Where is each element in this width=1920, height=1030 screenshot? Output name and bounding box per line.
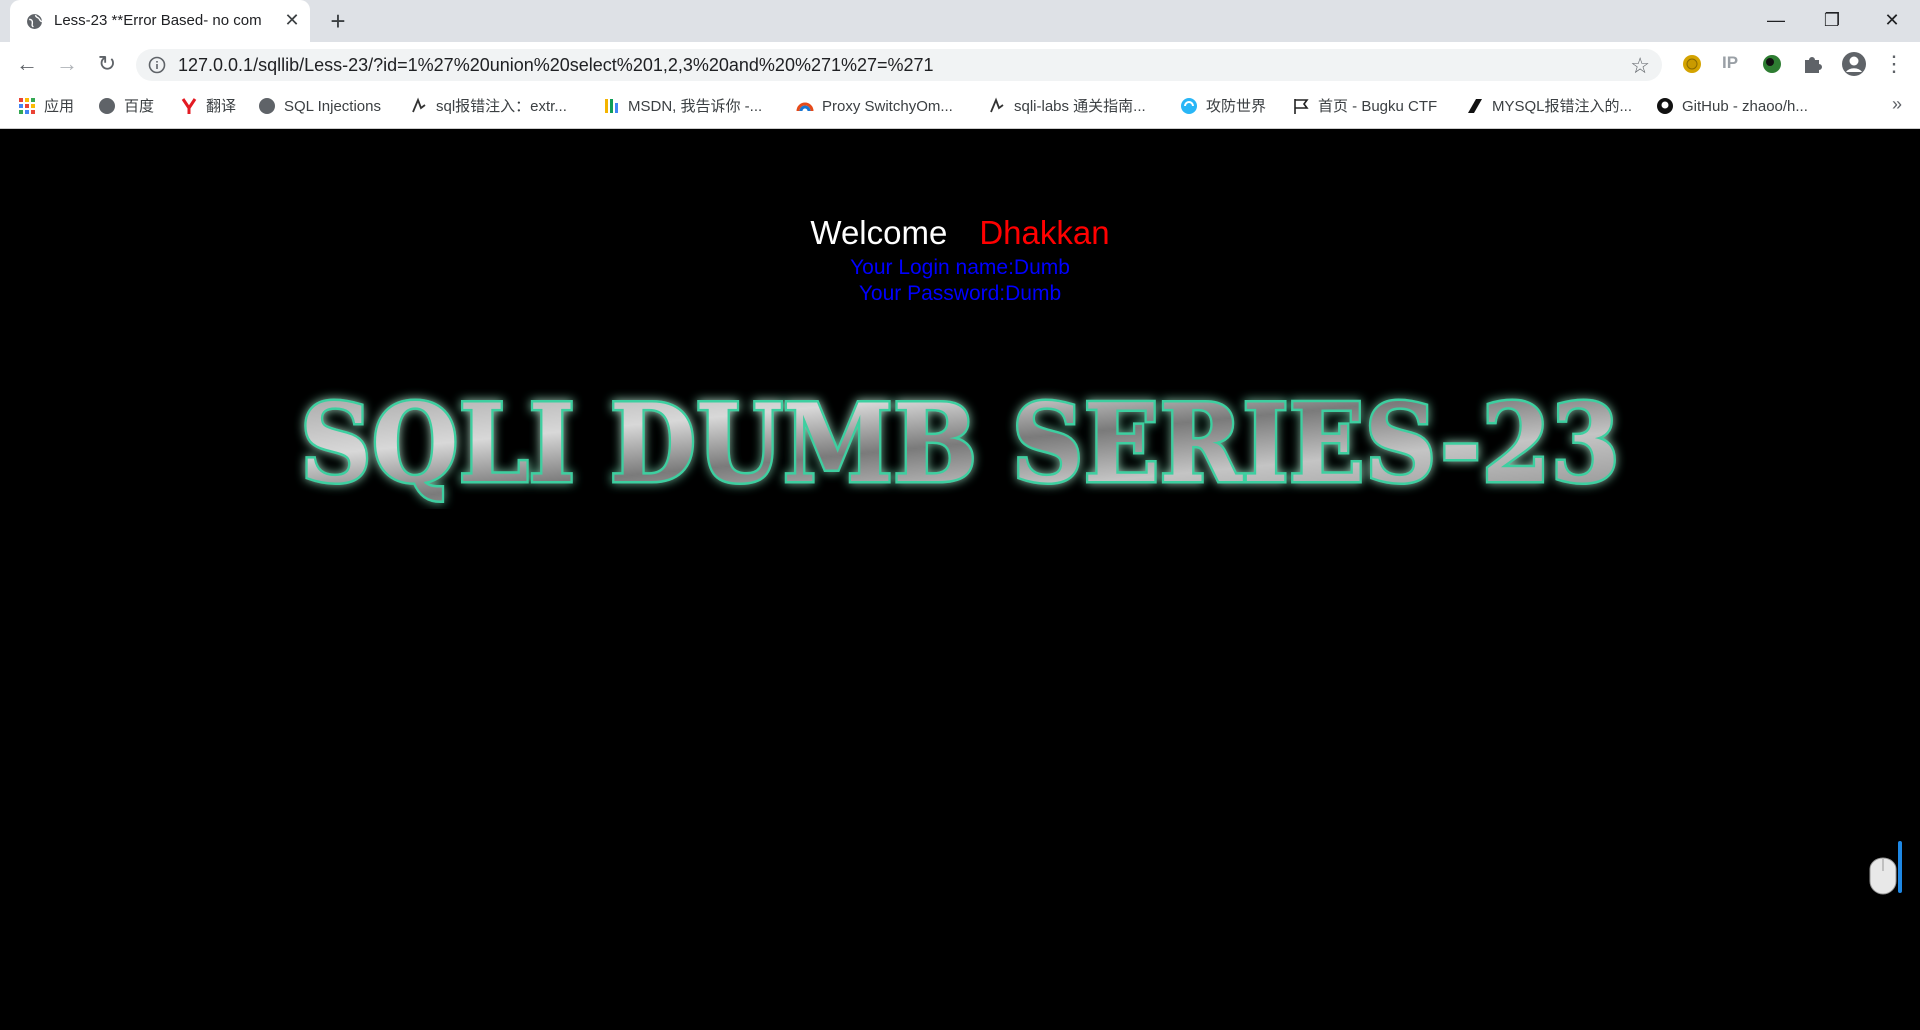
tab-close-icon[interactable]: ✕ — [281, 9, 303, 31]
bookmark-label: 首页 - Bugku CTF — [1318, 98, 1438, 115]
ip-extension-icon[interactable]: IP — [1722, 53, 1744, 75]
bookmark-label: 攻防世界 — [1206, 98, 1267, 115]
bookmark-label: MSDN, 我告诉你 -... — [628, 98, 763, 115]
maximize-button[interactable]: ❐ — [1804, 0, 1860, 40]
tab-strip: Less-23 **Error Based- no com ✕ + — ❐ ✕ — [0, 0, 1920, 42]
forward-button[interactable]: → — [53, 50, 81, 78]
welcome-name: Dhakkan — [979, 214, 1110, 251]
globe-icon — [27, 14, 43, 29]
bookmark-bugku[interactable]: 首页 - Bugku CTF — [1292, 96, 1437, 118]
back-button[interactable]: ← — [13, 50, 41, 78]
reload-button[interactable]: ↻ — [93, 50, 121, 78]
zhihu-icon — [1468, 99, 1482, 113]
sqli-icon — [990, 97, 1004, 113]
bookmark-label: sql报错注入：extr... — [436, 98, 567, 115]
login-name-line: Your Login name:Dumb — [850, 256, 1070, 279]
bookmark-label: 应用 — [44, 98, 75, 115]
bookmark-star-icon[interactable]: ☆ — [1630, 53, 1650, 79]
bookmark-sqli-labs[interactable]: sqli-labs 通关指南... — [988, 96, 1146, 118]
window-close-button[interactable]: ✕ — [1864, 0, 1920, 40]
bookmark-label: Proxy SwitchyOm... — [822, 98, 953, 115]
switchy-icon — [796, 102, 814, 112]
page-content: Welcome Dhakkan Your Login name:Dumb Your… — [0, 129, 1920, 1030]
globe-icon — [259, 98, 275, 114]
bookmark-label: GitHub - zhaoo/h... — [1682, 98, 1808, 115]
bookmark-apps[interactable]: 应用 — [18, 96, 74, 118]
site-info-icon[interactable] — [148, 56, 166, 74]
bookmark-label: SQL Injections — [284, 98, 381, 115]
bookmark-sql-error[interactable]: sql报错注入：extr... — [410, 96, 567, 118]
browser-chrome: Less-23 **Error Based- no com ✕ + — ❐ ✕ … — [0, 0, 1920, 129]
github-icon — [1657, 98, 1673, 114]
extensions-puzzle-icon[interactable] — [1801, 53, 1823, 75]
apps-grid-icon — [19, 98, 35, 114]
profile-avatar-icon[interactable] — [1841, 51, 1867, 77]
minimize-button[interactable]: — — [1748, 0, 1804, 40]
flag-icon — [1294, 99, 1309, 114]
bookmark-fanyi[interactable]: 翻译 — [180, 96, 236, 118]
bookmark-label: sqli-labs 通关指南... — [1014, 98, 1146, 115]
bookmark-switchy[interactable]: Proxy SwitchyOm... — [796, 96, 953, 118]
banner-text: SQLI DUMB SERIES-23 — [300, 381, 1620, 507]
extension-green-icon[interactable] — [1761, 53, 1783, 75]
bookmark-baidu[interactable]: 百度 — [98, 96, 154, 118]
bookmark-mysql-error[interactable]: MYSQL报错注入的... — [1466, 96, 1632, 118]
address-bar[interactable]: 127.0.0.1/sqllib/Less-23/?id=1%27%20unio… — [136, 49, 1662, 81]
welcome-text: Welcome — [810, 214, 948, 251]
globe-icon — [99, 98, 115, 114]
mouse-scroll-icon[interactable] — [1866, 841, 1906, 901]
extension-coin-icon[interactable] — [1681, 53, 1703, 75]
bookmark-label: 百度 — [124, 98, 155, 115]
bookmark-adworld[interactable]: 攻防世界 — [1180, 96, 1266, 118]
adworld-icon — [1181, 98, 1197, 114]
bookmark-label: MYSQL报错注入的... — [1492, 98, 1633, 115]
msdn-icon — [605, 99, 618, 113]
sqli-icon — [412, 97, 426, 113]
tab-title: Less-23 **Error Based- no com — [54, 12, 262, 29]
chrome-menu-button[interactable]: ⋮ — [1880, 50, 1908, 78]
bookmarks-overflow-icon[interactable]: » — [1892, 94, 1902, 115]
bookmark-msdn[interactable]: MSDN, 我告诉你 -... — [602, 96, 762, 118]
welcome-heading: Welcome Dhakkan — [0, 214, 1920, 252]
password-line: Your Password:Dumb — [858, 282, 1062, 305]
new-tab-button[interactable]: + — [324, 8, 352, 36]
browser-toolbar: ← → ↻ 127.0.0.1/sqllib/Less-23/?id=1%27%… — [0, 42, 1920, 86]
series-banner: SQLI DUMB SERIES-23 — [298, 379, 1623, 509]
youdao-icon — [181, 98, 197, 114]
bookmarks-bar: 应用 百度 翻译 SQL Injections sql报错注入：extr... … — [0, 86, 1920, 129]
bookmark-label: 翻译 — [206, 98, 237, 115]
bookmark-github[interactable]: GitHub - zhaoo/h... — [1656, 96, 1808, 118]
url-text[interactable]: 127.0.0.1/sqllib/Less-23/?id=1%27%20unio… — [178, 55, 934, 76]
bookmark-sql-injections[interactable]: SQL Injections — [258, 96, 381, 118]
browser-tab[interactable]: Less-23 **Error Based- no com ✕ — [10, 0, 310, 42]
